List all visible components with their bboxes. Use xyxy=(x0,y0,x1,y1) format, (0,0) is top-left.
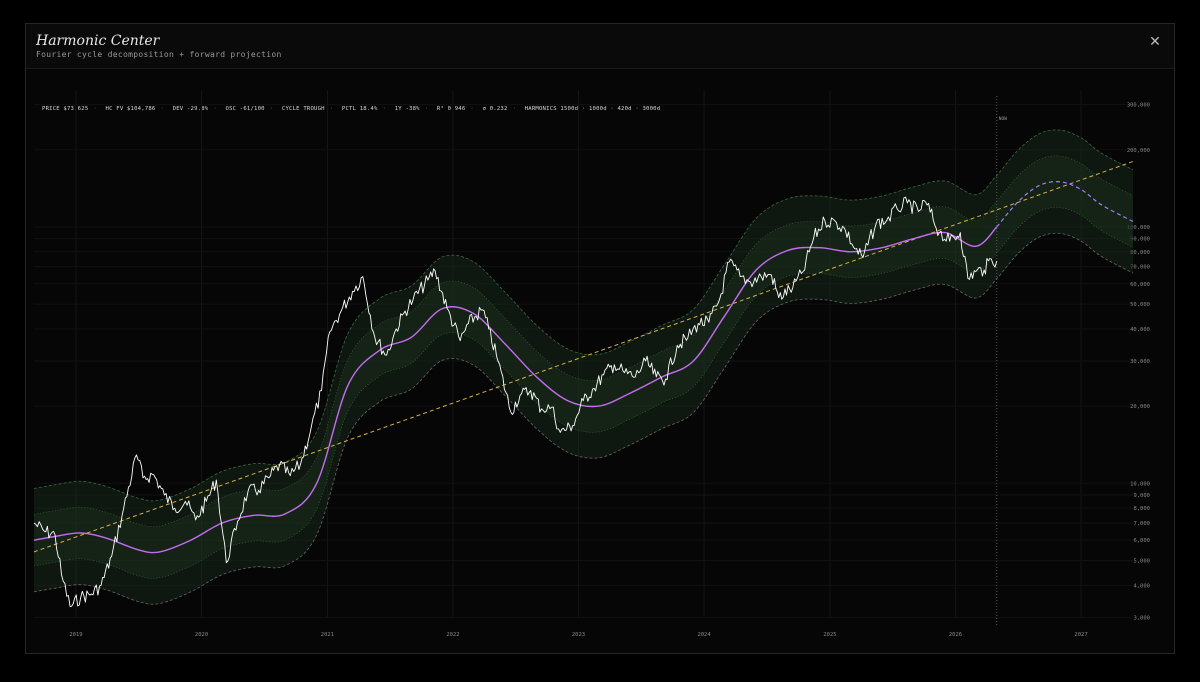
y-tick-label: 70,000 xyxy=(1130,265,1150,271)
y-tick-label: 3,000 xyxy=(1133,615,1150,621)
y-tick-label: 60,000 xyxy=(1130,282,1150,288)
x-tick-label: 2022 xyxy=(446,632,459,638)
y-tick-label: 40,000 xyxy=(1130,327,1150,333)
y-tick-label: 200,000 xyxy=(1127,148,1150,154)
y-tick-label: 30,000 xyxy=(1130,359,1150,365)
y-tick-label: 5,000 xyxy=(1133,558,1150,564)
y-tick-label: 80,000 xyxy=(1130,250,1150,256)
x-tick-label: 2019 xyxy=(69,632,82,638)
x-tick-label: 2021 xyxy=(321,632,334,638)
y-tick-label: 9,000 xyxy=(1133,493,1150,499)
x-tick-label: 2026 xyxy=(949,632,962,638)
x-tick-label: 2025 xyxy=(823,632,836,638)
y-tick-label: 90,000 xyxy=(1130,237,1150,243)
trend-line xyxy=(33,161,1134,553)
x-tick-label: 2020 xyxy=(195,632,208,638)
y-tick-label: 8,000 xyxy=(1133,506,1150,512)
y-tick-label: 10,000 xyxy=(1130,481,1150,487)
harmonic-chart: 2019 2020 2021 2022 2023 2024 2025 2026 2027 300,… xyxy=(33,90,1150,638)
y-tick-label: 50,000 xyxy=(1130,302,1150,308)
y-tick-label: 300,000 xyxy=(1127,103,1150,109)
y-tick-label: 7,000 xyxy=(1133,521,1150,527)
y-tick-label: 20,000 xyxy=(1130,404,1150,410)
x-tick-label: 2024 xyxy=(697,632,711,638)
x-tick-label: 2023 xyxy=(572,632,585,638)
y-tick-label: 6,000 xyxy=(1133,538,1150,544)
now-label: NOW xyxy=(999,116,1007,122)
y-tick-label: 4,000 xyxy=(1133,583,1150,589)
x-tick-label: 2027 xyxy=(1074,632,1087,638)
